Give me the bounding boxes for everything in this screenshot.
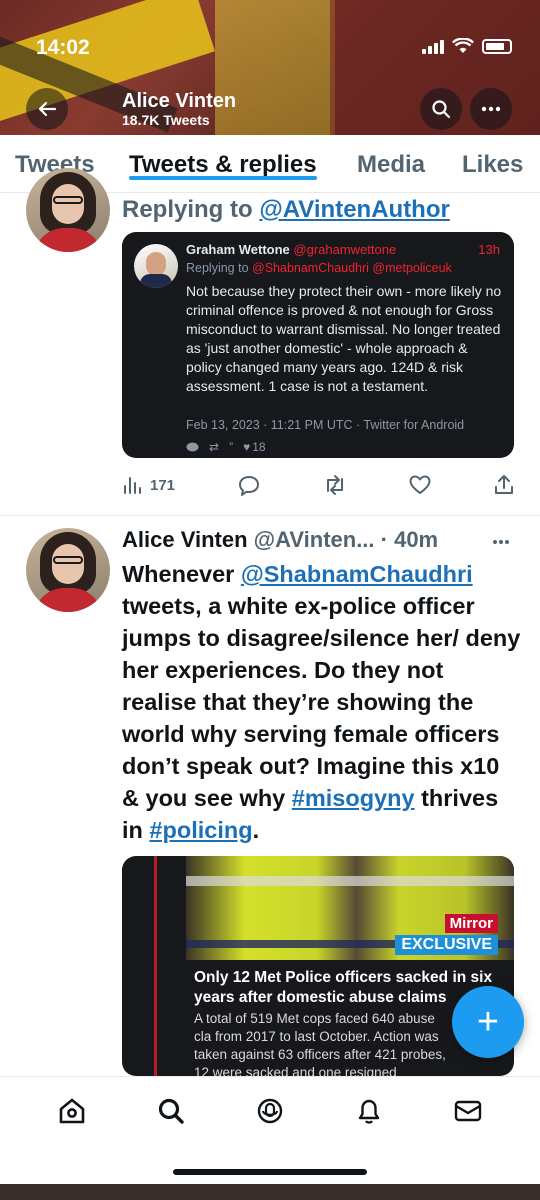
mail-icon [455,1100,482,1122]
mirror-logo: Mirror [444,914,498,933]
views-chart-icon [124,477,141,494]
back-button[interactable] [26,88,68,130]
more-dots-icon [481,106,501,112]
profile-header: 14:02 Alice Vinten 18.7K Tweets [0,0,540,135]
views-button[interactable]: 171 [122,475,175,495]
comment-icon [186,442,199,451]
more-dots-icon [493,540,509,544]
quoted-author: Graham Wettone @grahamwettone [186,242,396,257]
share-icon [494,475,513,494]
tweet-divider [0,515,540,516]
tab-tweets-and-replies[interactable]: Tweets & replies [129,137,317,180]
spaces-icon [257,1098,283,1124]
hashtag-link[interactable]: #misogyny [292,785,415,811]
banner-book-cover [215,0,335,135]
heart-icon [409,475,431,494]
tweet-text-segment: . [252,817,260,843]
search-icon [432,100,451,119]
tab-likes[interactable]: Likes [462,137,523,179]
battery-icon [482,38,512,54]
tweet-author: Alice Vinten @AVinten... · 40m [122,527,438,553]
search-icon [158,1098,184,1124]
news-link-card[interactable]: Mirror EXCLUSIVE Only 12 Met Police offi… [122,856,514,1076]
tweet-more-button[interactable] [492,528,510,551]
quoted-avatar [134,244,178,288]
share-button[interactable] [494,474,514,496]
arrow-left-icon [38,101,57,117]
wifi-icon [452,38,474,54]
avatar[interactable] [26,168,110,252]
tab-media[interactable]: Media [357,137,425,179]
quoted-replying-label: Replying to [186,261,253,275]
status-bar: 14:02 [0,30,540,64]
hashtag-link[interactable]: #policing [149,817,252,843]
reply-bubble-icon [238,476,259,496]
avatar[interactable] [26,528,110,612]
replying-to-link[interactable]: @AVintenAuthor [259,196,450,223]
bottom-strip [0,1184,540,1200]
compose-tweet-button[interactable]: + [452,986,524,1058]
heart-icon: ♥ [243,440,251,454]
quoted-tweet-text: Not because they protect their own - mor… [186,283,502,394]
news-image: Mirror EXCLUSIVE [186,856,514,960]
nav-home[interactable] [52,1091,92,1131]
retweet-icon: ⇄ [209,440,220,454]
retweet-icon [326,475,343,495]
quoted-time: 13h [478,242,500,257]
views-count: 171 [150,476,176,494]
home-indicator [173,1169,367,1175]
quoted-author-name: Graham Wettone [186,242,290,257]
card-accent-line [154,856,157,1076]
replying-to: Replying to @AVintenAuthor [122,196,450,224]
tweet-text: Whenever @ShabnamChaudhri tweets, a whit… [122,558,522,846]
plus-icon: + [476,1000,500,1043]
signal-icon [422,38,444,54]
tweet-author-handle: @AVinten... · 40m [253,527,439,552]
profile-name: Alice Vinten [122,90,237,112]
quoted-tweet-card[interactable]: Graham Wettone @grahamwettone 13h Replyi… [122,232,514,458]
news-summary: A total of 519 Met cops faced 640 abuse … [194,1011,446,1076]
status-time: 14:02 [36,36,90,59]
quote-icon: ” [229,440,234,454]
home-icon [59,1098,84,1124]
quoted-replying-to: Replying to @ShabnamChaudhri @metpoliceu… [186,261,452,275]
retweet-button[interactable] [323,474,347,496]
tweet-text-segment: tweets, a white ex-police officer jumps … [122,593,521,811]
nav-notifications[interactable] [349,1091,389,1131]
search-button[interactable] [420,88,462,130]
exclusive-label: EXCLUSIVE [395,935,498,955]
reply-button[interactable] [238,474,260,496]
publisher-badge: Mirror EXCLUSIVE [395,914,498,955]
more-options-button[interactable] [470,88,512,130]
mention-link[interactable]: @ShabnamChaudhri [241,561,473,587]
quoted-likes: 18 [252,440,266,454]
replying-to-label: Replying to [122,196,260,223]
tweet1-actions: 171 [122,470,514,500]
nav-messages[interactable] [448,1091,488,1131]
nav-search[interactable] [151,1091,191,1131]
bell-icon [358,1099,380,1124]
like-button[interactable] [409,475,431,495]
quoted-replying-handles: @ShabnamChaudhri @metpoliceuk [252,261,452,275]
tweet-count: 18.7K Tweets [122,112,210,128]
bottom-navigation [0,1076,540,1200]
nav-spaces[interactable] [250,1091,290,1131]
quoted-tweet-stats: ⇄ ” ♥ 18 [186,440,266,454]
status-icons [422,38,512,54]
quoted-tweet-meta: Feb 13, 2023 · 11:21 PM UTC · Twitter fo… [186,418,465,432]
tweet-text-segment: Whenever [122,561,241,587]
quoted-author-handle: @grahamwettone [293,242,397,257]
tweet-author-name[interactable]: Alice Vinten [122,527,248,552]
